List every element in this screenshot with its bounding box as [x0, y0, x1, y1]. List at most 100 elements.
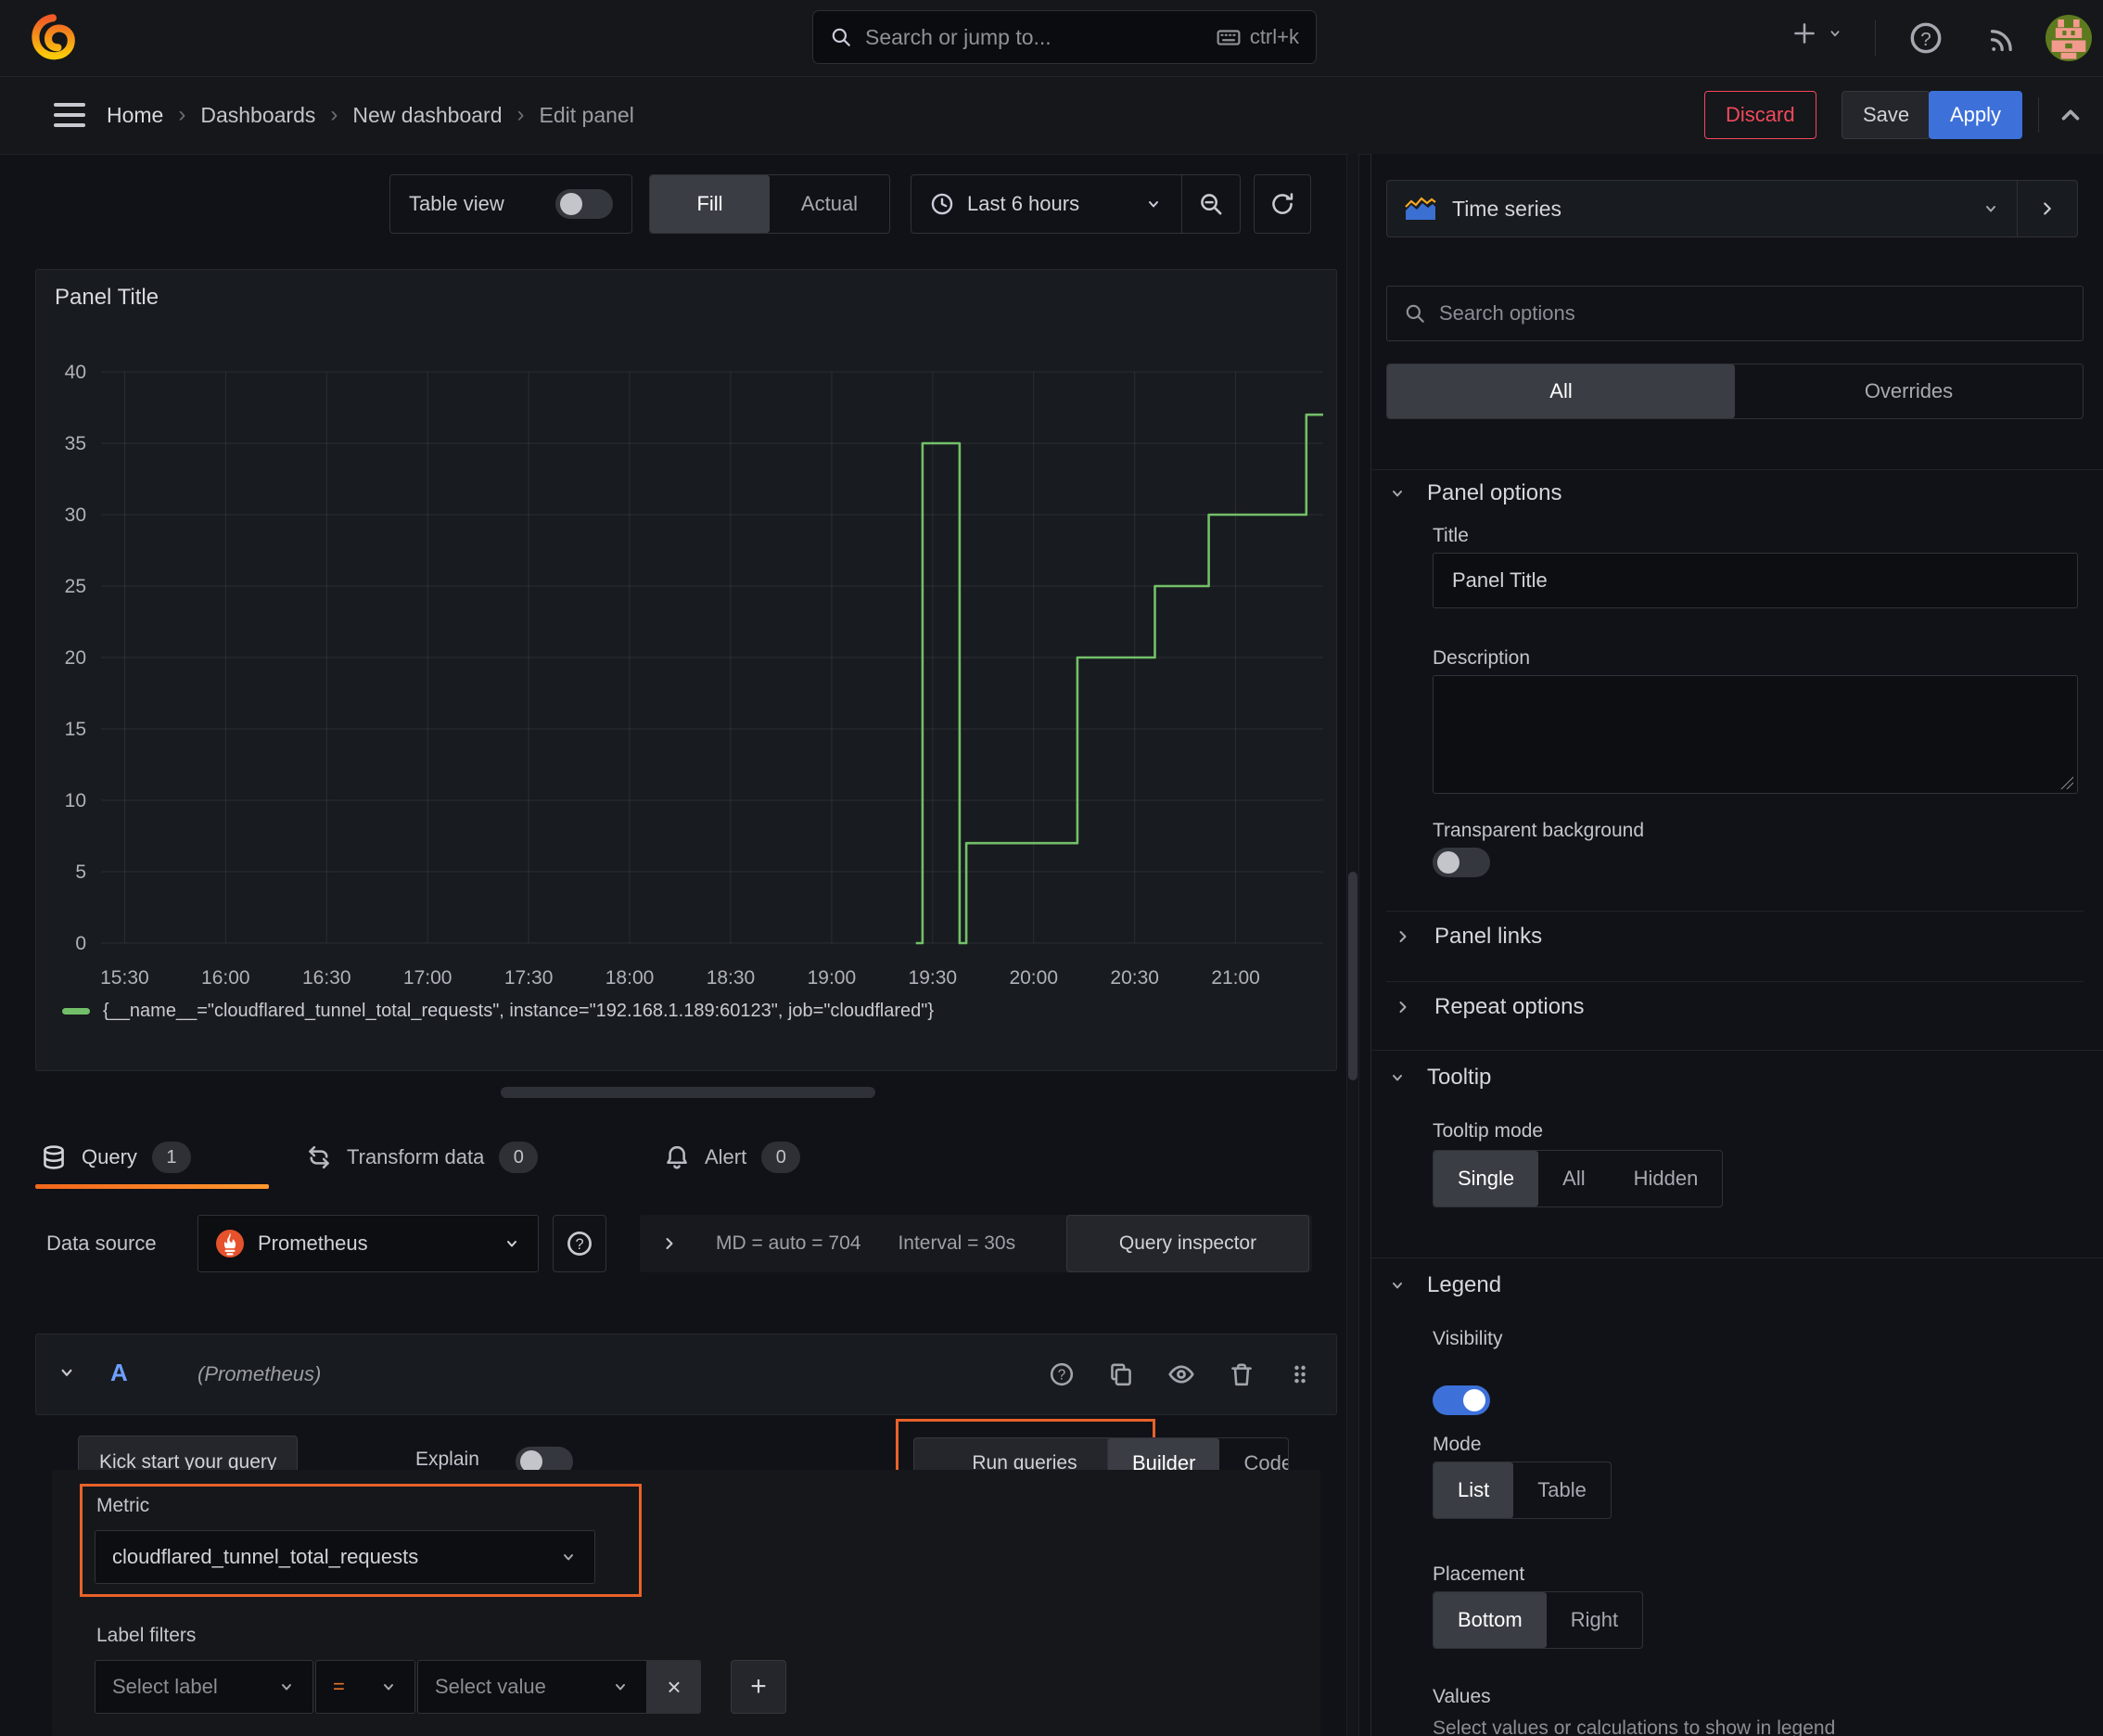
- title-label: Title: [1433, 525, 1469, 546]
- chevron-up-icon: [2061, 109, 2080, 121]
- transparent-background-label: Transparent background: [1433, 820, 1645, 841]
- legend-values-hint: Select values or calculations to show in…: [1433, 1717, 1836, 1736]
- time-series-chart[interactable]: 0 5 10 15 20 25 30 35 40 15:30 16:00 16:30 17:00 17:3…: [44, 322, 1331, 1027]
- drag-handle-icon[interactable]: [1288, 1362, 1312, 1386]
- add-filter-button[interactable]: +: [731, 1660, 786, 1714]
- query-help-icon[interactable]: ?: [1049, 1361, 1075, 1387]
- select-label-dropdown[interactable]: Select label: [95, 1660, 313, 1714]
- repeat-options-header[interactable]: Repeat options: [1394, 994, 1584, 1020]
- datasource-picker[interactable]: Prometheus: [198, 1215, 539, 1272]
- help-button[interactable]: ?: [1908, 20, 1944, 56]
- placement-right-option[interactable]: Right: [1547, 1592, 1642, 1648]
- news-button[interactable]: [1986, 22, 2020, 56]
- panel-links-header[interactable]: Panel links: [1394, 924, 1542, 950]
- tab-query-label: Query: [82, 1145, 137, 1168]
- legend-list-option[interactable]: List: [1434, 1462, 1514, 1518]
- tab-alert-label: Alert: [705, 1145, 747, 1168]
- table-view-toggle[interactable]: [555, 189, 613, 219]
- top-nav: Search or jump to... ctrl+k ?: [0, 0, 2103, 77]
- zoom-out-time-button[interactable]: [1182, 191, 1240, 217]
- collapse-options-button[interactable]: [2018, 181, 2077, 236]
- breadcrumb-new-dashboard[interactable]: New dashboard: [352, 103, 502, 128]
- toggle-visibility-icon[interactable]: [1167, 1360, 1195, 1388]
- new-item-button[interactable]: [1791, 20, 1843, 46]
- svg-text:16:30: 16:30: [302, 967, 351, 989]
- discard-button[interactable]: Discard: [1704, 91, 1816, 139]
- legend-series-label[interactable]: {__name__="cloudflared_tunnel_total_requ…: [103, 1001, 934, 1022]
- legend-table-option[interactable]: Table: [1513, 1462, 1611, 1518]
- placement-bottom-option[interactable]: Bottom: [1434, 1592, 1547, 1648]
- svg-text:?: ?: [1920, 29, 1931, 50]
- actual-option[interactable]: Actual: [770, 175, 889, 233]
- breadcrumb-home[interactable]: Home: [107, 103, 163, 128]
- refresh-button[interactable]: [1254, 174, 1311, 234]
- legend-visibility-toggle[interactable]: [1433, 1385, 1490, 1415]
- chevron-down-icon: [384, 1684, 393, 1691]
- legend-header[interactable]: Legend: [1388, 1272, 1501, 1298]
- editor-splitter-handle[interactable]: [501, 1087, 875, 1098]
- tooltip-header[interactable]: Tooltip: [1388, 1065, 1491, 1091]
- save-button[interactable]: Save: [1842, 91, 1931, 139]
- legend-mode-switch: List Table: [1433, 1462, 1612, 1519]
- datasource-label: Data source: [46, 1232, 157, 1255]
- grafana-logo-icon[interactable]: [28, 12, 78, 67]
- query-inspector-button[interactable]: Query inspector: [1066, 1215, 1309, 1272]
- resize-handle-icon[interactable]: [2060, 776, 2073, 789]
- svg-text:25: 25: [65, 576, 86, 597]
- svg-text:10: 10: [65, 790, 86, 811]
- tooltip-mode-label: Tooltip mode: [1433, 1120, 1544, 1142]
- filter-overrides-option[interactable]: Overrides: [1735, 364, 2083, 418]
- tooltip-all-option[interactable]: All: [1538, 1151, 1609, 1206]
- menu-toggle-button[interactable]: [54, 103, 85, 127]
- description-textarea[interactable]: [1433, 675, 2078, 794]
- chart-legend[interactable]: {__name__="cloudflared_tunnel_total_requ…: [62, 1001, 934, 1022]
- panel-title: Panel Title: [55, 285, 159, 310]
- chevron-down-icon: [1393, 491, 1402, 497]
- datasource-help-button[interactable]: ?: [553, 1215, 606, 1272]
- remove-filter-button[interactable]: ×: [647, 1660, 701, 1714]
- chevron-right-icon: [1399, 1002, 1407, 1013]
- panel-title-value[interactable]: [1450, 568, 2060, 594]
- tooltip-hidden-option[interactable]: Hidden: [1610, 1151, 1723, 1206]
- chevron-down-icon: [1149, 201, 1158, 208]
- time-range-picker[interactable]: Last 6 hours: [911, 192, 1181, 216]
- query-row-actions: ?: [1049, 1334, 1312, 1414]
- query-datasource-hint: (Prometheus): [198, 1362, 322, 1385]
- tooltip-single-option[interactable]: Single: [1434, 1151, 1539, 1206]
- section-divider: [1371, 469, 2103, 470]
- query-ref-id[interactable]: A: [110, 1359, 128, 1387]
- query-row-a: A (Prometheus) ?: [35, 1334, 1337, 1415]
- operator-dropdown[interactable]: =: [315, 1660, 415, 1714]
- fill-option[interactable]: Fill: [650, 175, 770, 233]
- filter-all-option[interactable]: All: [1387, 364, 1735, 418]
- global-search-input[interactable]: Search or jump to... ctrl+k: [812, 10, 1317, 64]
- svg-text:35: 35: [65, 433, 86, 454]
- legend-placement-label: Placement: [1433, 1564, 1525, 1585]
- main-scrollbar-thumb[interactable]: [1348, 872, 1357, 1080]
- tab-transform-data[interactable]: Transform data 0: [306, 1133, 539, 1181]
- panel-title-input[interactable]: [1433, 553, 2078, 608]
- transparent-background-toggle[interactable]: [1433, 848, 1490, 877]
- chart-panel[interactable]: Panel Title 0 5 10 15 20 25 30 35 40 15:30 16:00 16…: [35, 269, 1337, 1071]
- visualization-picker[interactable]: Time series: [1386, 180, 2078, 237]
- metric-select[interactable]: cloudflared_tunnel_total_requests: [95, 1530, 595, 1584]
- panel-options-header[interactable]: Panel options: [1388, 480, 1561, 506]
- search-options-input[interactable]: Search options: [1386, 286, 2084, 341]
- collapse-query-button[interactable]: [57, 1362, 77, 1383]
- breadcrumb-dashboards[interactable]: Dashboards: [200, 103, 315, 128]
- svg-text:15:30: 15:30: [100, 967, 149, 989]
- search-shortcut: ctrl+k: [1217, 25, 1299, 49]
- delete-query-icon[interactable]: [1229, 1361, 1255, 1387]
- section-divider: [1386, 981, 2084, 982]
- chevron-down-icon: [282, 1684, 291, 1691]
- tab-alert[interactable]: Alert 0: [664, 1133, 801, 1181]
- tab-query[interactable]: Query 1: [41, 1133, 191, 1181]
- collapse-header-button[interactable]: [2057, 101, 2084, 129]
- select-value-dropdown[interactable]: Select value: [417, 1660, 647, 1714]
- apply-button[interactable]: Apply: [1929, 91, 2023, 139]
- svg-text:?: ?: [1058, 1368, 1066, 1384]
- refresh-icon: [1272, 193, 1294, 214]
- duplicate-query-icon[interactable]: [1108, 1361, 1134, 1387]
- user-avatar[interactable]: [2046, 15, 2092, 66]
- svg-text:5: 5: [75, 862, 86, 883]
